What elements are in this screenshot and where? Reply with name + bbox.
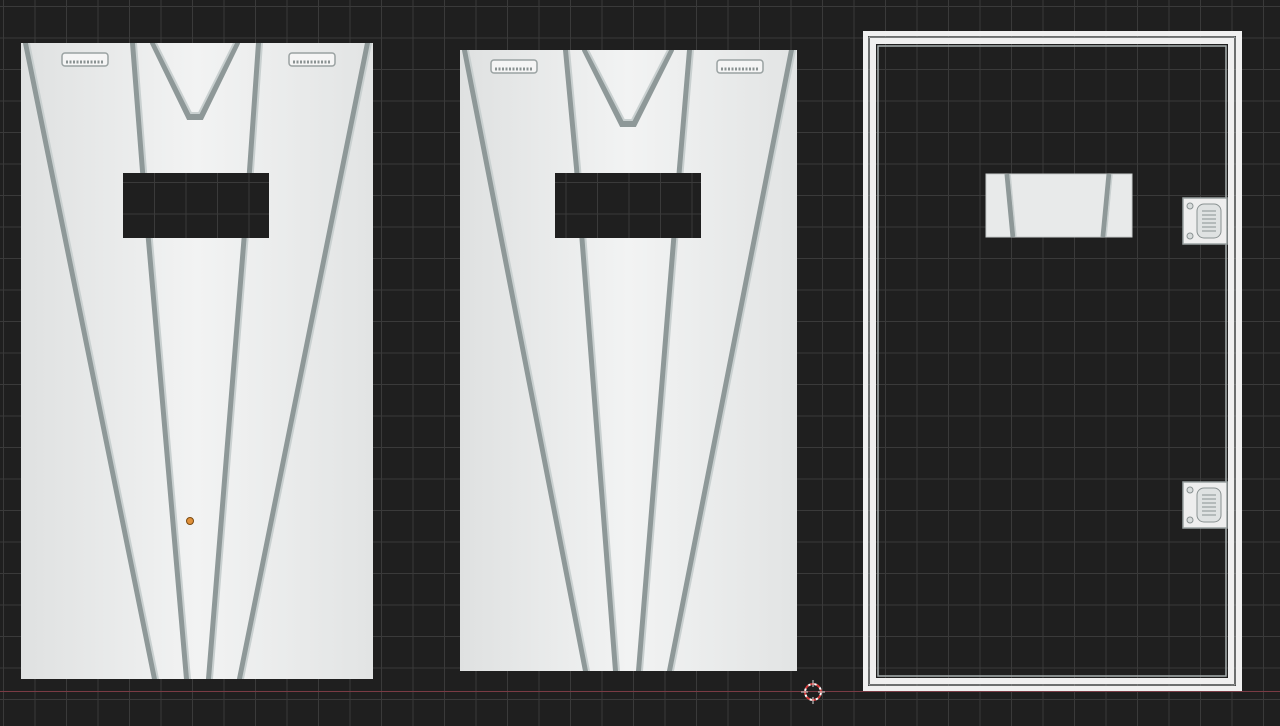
door-panel-left[interactable]	[21, 43, 373, 679]
top-handle-left	[61, 52, 109, 67]
frame-inner-edge	[877, 45, 1227, 677]
3d-viewport[interactable]	[0, 0, 1280, 726]
frame-inner	[870, 38, 1234, 684]
top-handle-right	[716, 59, 764, 74]
3d-cursor-glyph	[801, 680, 825, 704]
3d-cursor-icon[interactable]	[801, 680, 825, 704]
door-panel-middle-mesh	[460, 50, 797, 671]
hinge-top	[1182, 197, 1228, 245]
door-panel-left-mesh	[21, 43, 373, 679]
top-handle-left	[490, 59, 538, 74]
frame-outer	[863, 31, 1242, 692]
door-frame-right-mesh	[863, 31, 1242, 692]
frame-outer-bevel	[868, 36, 1236, 686]
door-panel-middle[interactable]	[460, 50, 797, 671]
panel-surface	[460, 50, 797, 671]
window-insert	[985, 173, 1133, 238]
panel-surface	[21, 43, 373, 679]
object-origin-icon[interactable]	[186, 517, 194, 525]
door-frame-right[interactable]	[863, 31, 1248, 693]
top-handle-right	[288, 52, 336, 67]
hinge-bottom	[1182, 481, 1228, 529]
x-axis-line	[0, 691, 1280, 692]
